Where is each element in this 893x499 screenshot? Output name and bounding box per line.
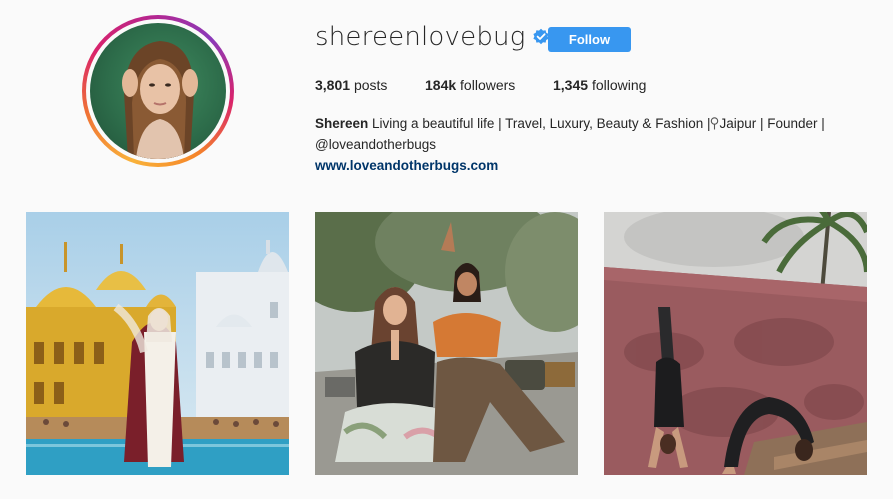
bio-text: Living a beautiful life | Travel, Luxury… (368, 116, 711, 131)
profile-avatar-ring[interactable] (82, 15, 234, 167)
following-count: 1,345 (553, 77, 589, 93)
bio-mention-link[interactable]: @loveandotherbugs (315, 137, 436, 152)
username: shereenlovebug (315, 22, 526, 52)
follow-button[interactable]: Follow (548, 27, 631, 52)
posts-stat: 3,801 posts (315, 77, 387, 93)
bio-text-2: Jaipur | Founder | (719, 116, 825, 131)
post-thumbnail[interactable] (604, 212, 867, 475)
avatar-image (122, 41, 198, 159)
followers-stat[interactable]: 184k followers (425, 77, 515, 93)
followers-count: 184k (425, 77, 457, 93)
golden-temple-photo (26, 212, 289, 475)
avatar[interactable] (90, 23, 226, 159)
username-row: shereenlovebug (315, 22, 550, 52)
followers-label: followers (460, 77, 516, 93)
post-thumbnail[interactable] (315, 212, 578, 475)
posts-label: posts (353, 77, 388, 93)
post-thumbnail[interactable] (26, 212, 289, 475)
profile-bio: Shereen Living a beautiful life | Travel… (315, 113, 875, 176)
bio-name: Shereen (315, 116, 369, 131)
yoga-pose-street-photo (315, 212, 578, 475)
verified-badge-icon (532, 28, 550, 46)
avatar-border (86, 19, 230, 163)
following-stat[interactable]: 1,345 following (553, 77, 646, 93)
posts-count: 3,801 (315, 77, 351, 93)
handstand-wall-photo (604, 212, 867, 475)
website-link[interactable]: www.loveandotherbugs.com (315, 158, 498, 173)
following-label: following (591, 77, 647, 93)
